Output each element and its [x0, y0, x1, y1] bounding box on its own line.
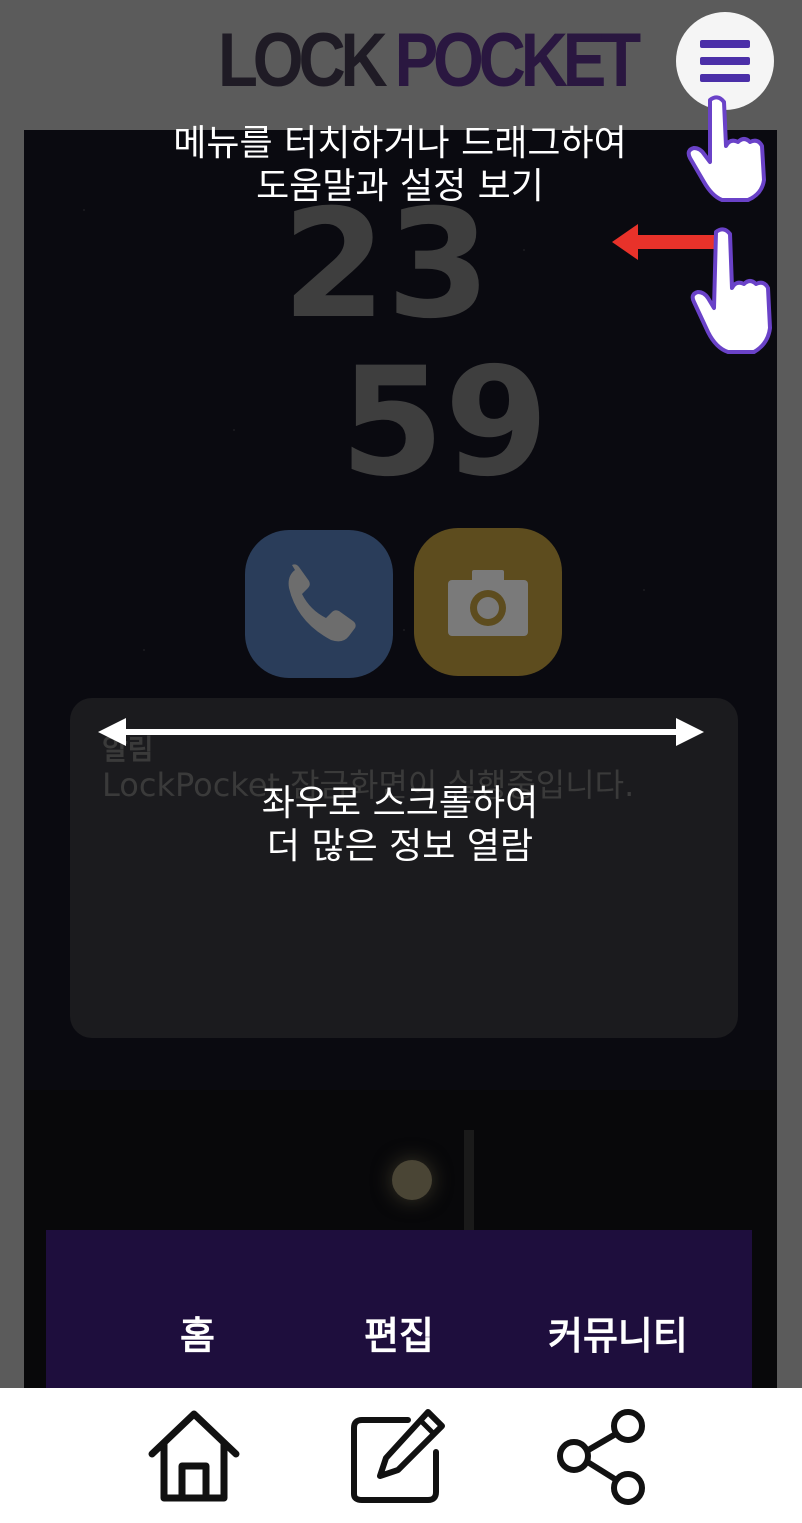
- logo-lock: LOCK: [218, 17, 388, 103]
- horizontal-scroll-arrow-icon: [98, 718, 704, 746]
- phone-icon: [288, 564, 356, 642]
- app-screen: LOCK POCKET 23 59 알림 LockPocket 잠금화면이 실행…: [0, 0, 802, 1523]
- drag-hand-icon: [690, 227, 772, 354]
- clock-hour: 23: [282, 178, 491, 352]
- phone-app-icon[interactable]: [245, 530, 393, 678]
- camera-icon: [448, 570, 528, 636]
- scroll-hint: 좌우로 스크롤하여 더 많은 정보 열람: [200, 782, 600, 868]
- app-logo: LOCK POCKET: [218, 18, 641, 103]
- tab-home[interactable]: 홈: [180, 1305, 215, 1360]
- tab-edit[interactable]: 편집: [364, 1305, 434, 1360]
- nav-share-button[interactable]: [552, 1406, 652, 1506]
- nav-edit-button[interactable]: [348, 1406, 448, 1506]
- bottom-nav: [0, 1388, 802, 1523]
- home-icon: [148, 1410, 240, 1502]
- camera-app-icon[interactable]: [414, 528, 562, 676]
- menu-icon: [700, 40, 750, 48]
- share-icon: [557, 1409, 645, 1505]
- menu-hint: 메뉴를 터치하거나 드래그하여 도움말과 설정 보기: [140, 122, 660, 208]
- edit-icon: [351, 1409, 445, 1503]
- scroll-hint-line2: 더 많은 정보 열람: [266, 826, 534, 868]
- menu-hint-line2: 도움말과 설정 보기: [256, 166, 544, 208]
- street-lamp: [392, 1160, 432, 1200]
- menu-hint-line1: 메뉴를 터치하거나 드래그하여: [173, 123, 627, 164]
- clock-minute: 59: [340, 336, 549, 510]
- logo-pocket: POCKET: [394, 17, 642, 103]
- tap-hand-icon: [686, 95, 766, 202]
- scroll-hint-line1: 좌우로 스크롤하여: [261, 783, 539, 824]
- nav-home-button[interactable]: [144, 1406, 244, 1506]
- tab-community[interactable]: 커뮤니티: [548, 1305, 688, 1360]
- lockscreen-preview[interactable]: 23 59 알림 LockPocket 잠금화면이 실행중입니다.: [24, 130, 777, 1390]
